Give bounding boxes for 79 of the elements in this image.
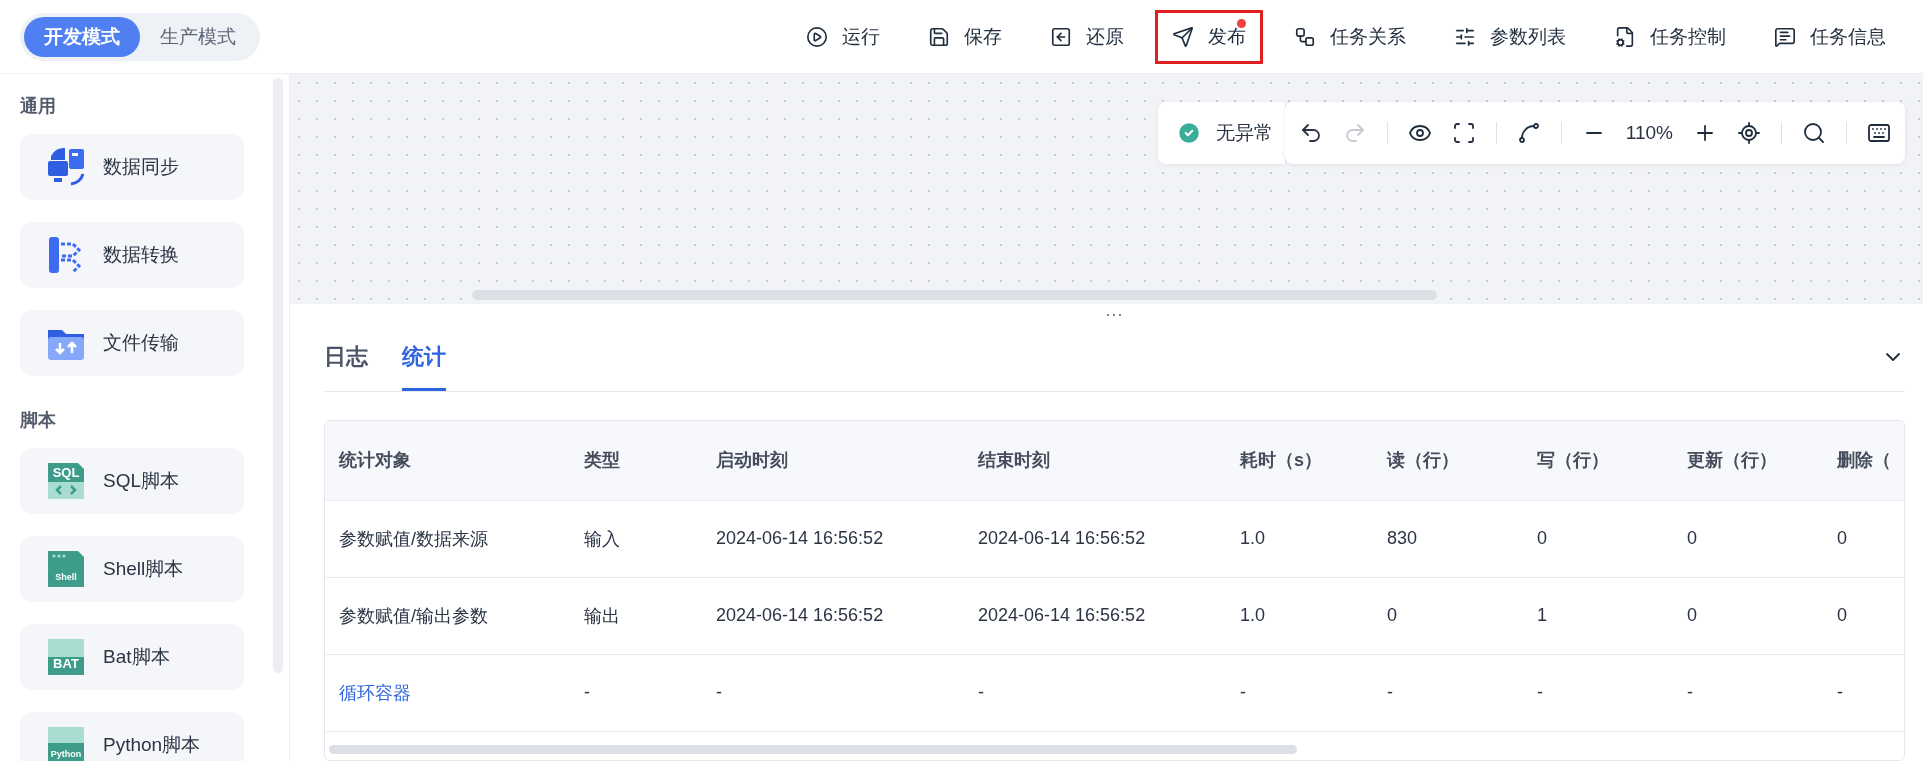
- component-item[interactable]: 文件传输: [20, 310, 244, 376]
- component-label: Bat脚本: [103, 645, 170, 669]
- table-cell-text: -: [1239, 682, 1247, 704]
- component-item[interactable]: 数据转换: [20, 222, 244, 288]
- table-cell-text: 参数赋值/数据来源: [338, 527, 489, 551]
- script-file-icon: Shell: [45, 548, 87, 590]
- tab[interactable]: 统计: [402, 341, 446, 391]
- mode-option[interactable]: 开发模式: [24, 16, 140, 57]
- table-cell-text: 1.0: [1239, 528, 1267, 550]
- column-header: 更新（行）: [1686, 449, 1778, 473]
- keyboard-icon[interactable]: [1867, 121, 1891, 145]
- table-cell-text: -: [1386, 682, 1394, 704]
- column-header: 删除（: [1836, 449, 1892, 473]
- table-cell-text: 0: [1836, 528, 1848, 550]
- component-item[interactable]: Python Python脚本: [20, 712, 244, 761]
- column-header: 类型: [583, 449, 621, 473]
- toolbar-button[interactable]: 任务控制: [1597, 9, 1743, 64]
- table-cell-text: 1: [1536, 605, 1548, 627]
- monitor-sync-icon: [45, 146, 87, 188]
- table-cell-text: 0: [1686, 528, 1698, 550]
- table-cell-text: 2024-06-14 16:56:52: [977, 605, 1147, 627]
- table-cell-text: 0: [1836, 605, 1848, 627]
- toolbar-button[interactable]: 参数列表: [1437, 9, 1583, 64]
- script-file-icon: BAT: [45, 636, 87, 678]
- mode-option[interactable]: 生产模式: [140, 16, 256, 57]
- component-label: Shell脚本: [103, 557, 184, 581]
- table-cell-text: -: [1836, 682, 1844, 704]
- column-header: 统计对象: [337, 449, 412, 473]
- save-icon: [928, 25, 950, 48]
- status-text: 无异常: [1215, 121, 1273, 145]
- script-file-icon: SQL: [45, 460, 87, 502]
- component-item[interactable]: SQL SQL脚本: [20, 448, 244, 514]
- fit-view-icon[interactable]: [1451, 121, 1476, 145]
- table-cell-text: -: [583, 682, 591, 704]
- component-label: 数据同步: [103, 155, 179, 179]
- table-cell-text: 2024-06-14 16:56:52: [715, 605, 885, 627]
- table-cell-text: 输出: [583, 604, 621, 628]
- scrollbar[interactable]: [329, 745, 1297, 754]
- tab[interactable]: 日志: [324, 341, 368, 391]
- table-cell-text: -: [1536, 682, 1544, 704]
- toolbar-button[interactable]: 运行: [789, 9, 897, 64]
- table-cell-text: 830: [1386, 528, 1419, 550]
- component-label: 文件传输: [103, 331, 179, 355]
- component-label: SQL脚本: [103, 469, 180, 493]
- zoom-level: 110%: [1625, 122, 1673, 144]
- toolbar-button[interactable]: 保存: [911, 9, 1019, 64]
- table-link[interactable]: 循环容器: [325, 680, 570, 705]
- toolbar-button[interactable]: 还原: [1033, 9, 1141, 64]
- scrollbar[interactable]: [472, 290, 1437, 300]
- table-cell-text: 0: [1536, 528, 1548, 550]
- toolbar-button[interactable]: 任务信息: [1757, 9, 1903, 64]
- component-item[interactable]: 数据同步: [20, 134, 244, 200]
- column-header: 启动时刻: [715, 449, 789, 473]
- connector-icon[interactable]: [1516, 121, 1541, 145]
- component-item[interactable]: Shell Shell脚本: [20, 536, 244, 602]
- column-header: 结束时刻: [976, 449, 1051, 473]
- component-label: 数据转换: [103, 243, 179, 267]
- table-cell-text: -: [1686, 682, 1694, 704]
- section-title: 通用: [20, 95, 57, 118]
- toolbar-button[interactable]: 发布: [1155, 9, 1263, 64]
- component-label: Python脚本: [103, 733, 201, 757]
- table-cell-text: 2024-06-14 16:56:52: [715, 528, 885, 550]
- section-title: 脚本: [20, 409, 57, 432]
- table-cell-text: 1.0: [1239, 605, 1267, 627]
- search-icon[interactable]: [1802, 121, 1826, 145]
- column-header: 写（行）: [1536, 449, 1610, 473]
- table-cell-text: 2024-06-14 16:56:52: [977, 528, 1147, 550]
- table-cell-text: 参数赋值/输出参数: [338, 604, 489, 628]
- table-cell-text: -: [977, 682, 985, 704]
- column-header: 读（行）: [1385, 449, 1460, 473]
- table-cell-text: 0: [1386, 605, 1398, 627]
- component-item[interactable]: BAT Bat脚本: [20, 624, 244, 690]
- crosshair-icon[interactable]: [1737, 121, 1761, 145]
- toolbar-button[interactable]: 任务关系: [1277, 9, 1423, 64]
- table-cell-text: 0: [1686, 605, 1698, 627]
- script-file-icon: Python: [45, 724, 87, 761]
- table-cell-text: 输入: [583, 527, 621, 551]
- table-cell-text: -: [715, 682, 723, 704]
- column-header: 耗时（s）: [1239, 449, 1323, 473]
